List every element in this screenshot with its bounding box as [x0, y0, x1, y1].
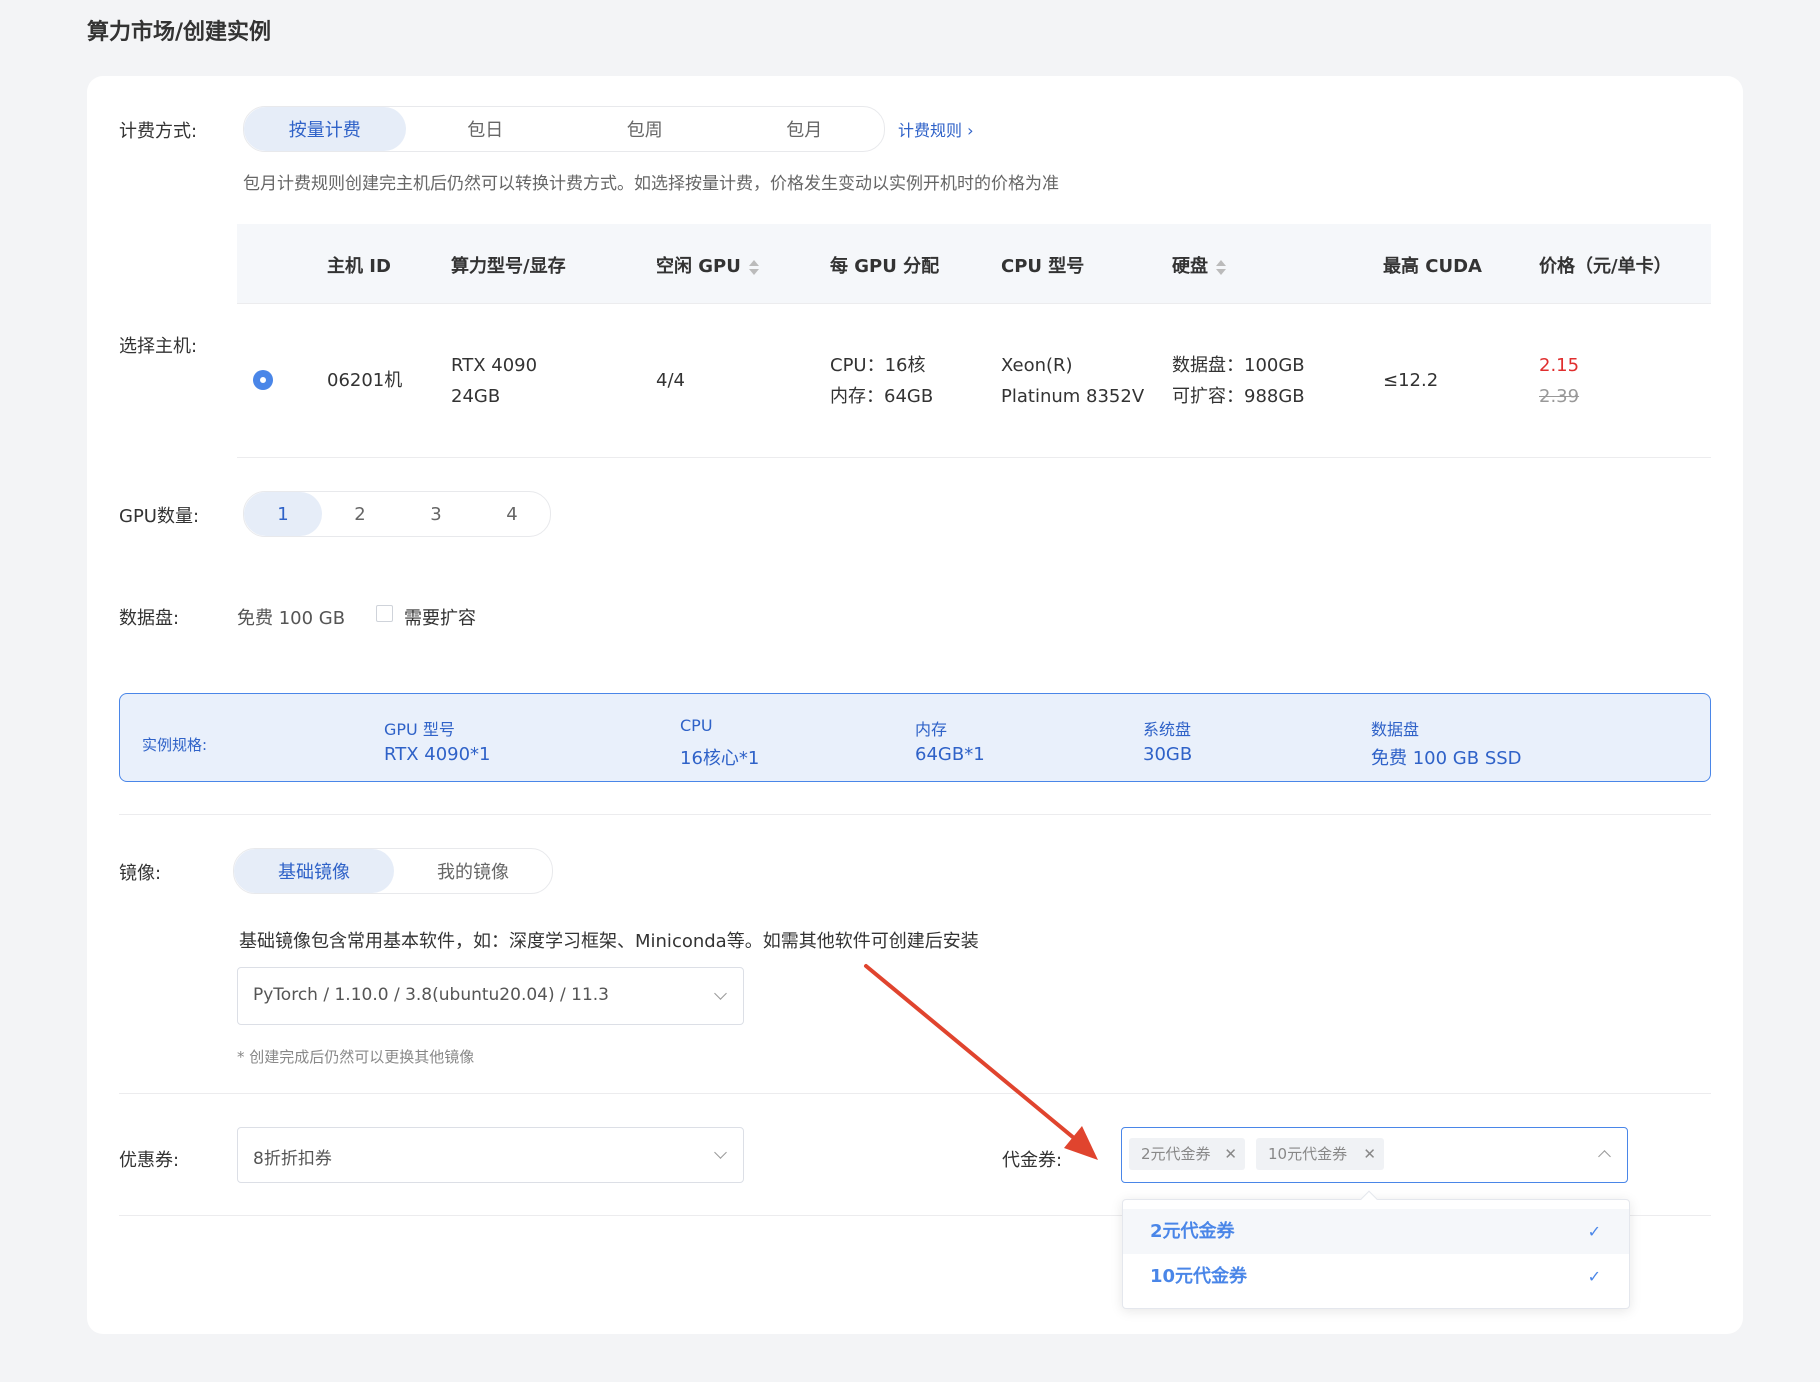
sort-icon [1216, 259, 1226, 275]
spec-mem-key: 内存 [915, 720, 948, 739]
host-price: 2.15 [1539, 355, 1580, 376]
instance-spec-box: 实例规格: GPU 型号 RTX 4090*1 CPU 16核心*1 内存 64… [119, 693, 1711, 782]
sort-icon [748, 259, 759, 275]
host-free-gpu: 4/4 [656, 370, 685, 391]
col-cuda: 最高 CUDA [1383, 256, 1482, 277]
coupon-select-value: 8折折扣券 [253, 1149, 332, 1169]
col-host-id: 主机 ID [327, 256, 391, 277]
gpu-count-label: GPU数量: [119, 506, 200, 527]
chevron-down-icon [714, 987, 727, 1000]
check-icon: ✓ [1587, 1267, 1601, 1286]
billing-option-weekly[interactable]: 包周 [565, 107, 725, 151]
host-price-original: 2.39 [1539, 386, 1580, 407]
billing-rules-text: 计费规则 [898, 121, 963, 140]
billing-label: 计费方式: [119, 121, 198, 142]
image-tabs: 基础镜像 我的镜像 [233, 848, 553, 894]
expand-checkbox[interactable] [376, 605, 393, 622]
billing-segmented: 按量计费 包日 包周 包月 [243, 106, 885, 152]
expand-label[interactable]: 需要扩容 [404, 604, 476, 630]
col-model: 算力型号/显存 [451, 256, 566, 277]
billing-note: 包月计费规则创建完主机后仍然可以转换计费方式。如选择按量计费，价格发生变动以实例… [243, 174, 1059, 194]
host-table-header: 主机 ID 算力型号/显存 空闲 GPU 每 GPU 分配 CPU 型号 硬盘 … [237, 224, 1711, 304]
voucher-option-2-label: 2元代金券 [1150, 1221, 1235, 1242]
gpu-count-option-2[interactable]: 2 [322, 492, 398, 536]
check-icon: ✓ [1587, 1222, 1601, 1241]
table-bottom-divider [237, 457, 1711, 458]
voucher-tag-2: 2元代金券 ✕ [1129, 1138, 1245, 1170]
spec-cpu-value: 16核心*1 [680, 748, 760, 769]
image-select-value: PyTorch / 1.10.0 / 3.8(ubuntu20.04) / 11… [253, 985, 609, 1005]
breadcrumb: 算力市场/创建实例 [87, 20, 272, 45]
host-cpu-model-1: Xeon(R) [1001, 355, 1073, 376]
chevron-up-icon [1598, 1150, 1611, 1163]
voucher-dropdown: 2元代金券 ✓ 10元代金券 ✓ [1122, 1190, 1630, 1309]
spec-datadisk-value: 免费 100 GB SSD [1371, 748, 1522, 769]
voucher-option-2[interactable]: 2元代金券 ✓ [1123, 1209, 1629, 1254]
image-select[interactable]: PyTorch / 1.10.0 / 3.8(ubuntu20.04) / 11… [237, 967, 744, 1025]
voucher-tag-2-label: 2元代金券 [1141, 1145, 1211, 1163]
host-cuda: ≤12.2 [1383, 370, 1439, 391]
host-alloc-mem: 内存：64GB [830, 386, 934, 407]
image-tab-mine[interactable]: 我的镜像 [394, 849, 552, 893]
data-disk-label: 数据盘: [119, 608, 180, 629]
host-disk-expand: 可扩容：988GB [1172, 386, 1305, 407]
chevron-right-icon: › [967, 121, 974, 140]
host-cpu-model-2: Platinum 8352V [1001, 386, 1145, 407]
col-disk[interactable]: 硬盘 [1172, 252, 1226, 278]
col-alloc: 每 GPU 分配 [830, 256, 940, 277]
voucher-option-10[interactable]: 10元代金券 ✓ [1123, 1254, 1629, 1299]
table-divider [237, 303, 1711, 304]
host-id: 06201机 [327, 370, 403, 391]
gpu-count-option-1[interactable]: 1 [244, 492, 322, 536]
spec-datadisk-key: 数据盘 [1371, 720, 1420, 739]
voucher-tag-10: 10元代金券 ✕ [1256, 1138, 1384, 1170]
spec-cpu-key: CPU [680, 716, 713, 735]
voucher-tag-10-label: 10元代金券 [1268, 1145, 1348, 1163]
host-vram: 24GB [451, 386, 501, 407]
col-free-gpu[interactable]: 空闲 GPU [656, 252, 759, 278]
spec-gpu-key: GPU 型号 [384, 720, 455, 739]
coupon-select[interactable]: 8折折扣券 [237, 1127, 744, 1183]
data-disk-free: 免费 100 GB [237, 608, 346, 629]
col-cpu-model: CPU 型号 [1001, 256, 1085, 277]
host-model: RTX 4090 [451, 355, 538, 376]
billing-option-monthly[interactable]: 包月 [725, 107, 885, 151]
col-price: 价格（元/单卡） [1539, 256, 1672, 277]
image-label: 镜像: [119, 863, 162, 884]
host-alloc-cpu: CPU：16核 [830, 355, 926, 376]
spec-gpu-value: RTX 4090*1 [384, 744, 491, 765]
voucher-select[interactable]: 2元代金券 ✕ 10元代金券 ✕ [1121, 1127, 1628, 1183]
col-disk-label: 硬盘 [1172, 256, 1208, 277]
spec-sysdisk-value: 30GB [1143, 744, 1193, 765]
billing-option-daily[interactable]: 包日 [406, 107, 566, 151]
voucher-option-10-label: 10元代金券 [1150, 1266, 1248, 1287]
section-divider [119, 814, 1711, 815]
image-tab-basic[interactable]: 基础镜像 [234, 849, 394, 893]
close-icon[interactable]: ✕ [1363, 1138, 1376, 1170]
host-label: 选择主机: [119, 336, 198, 357]
billing-rules-link[interactable]: 计费规则 › [898, 117, 974, 141]
host-disk-data: 数据盘：100GB [1172, 355, 1305, 376]
billing-option-hourly[interactable]: 按量计费 [244, 107, 406, 151]
gpu-count-option-3[interactable]: 3 [398, 492, 474, 536]
gpu-count-segmented: 1 2 3 4 [243, 491, 551, 537]
spec-sysdisk-key: 系统盘 [1143, 720, 1192, 739]
chevron-down-icon [714, 1146, 727, 1159]
image-note: * 创建完成后仍然可以更换其他镜像 [237, 1048, 475, 1066]
spec-label: 实例规格: [142, 736, 208, 754]
host-radio[interactable] [253, 370, 273, 390]
annotation-arrow-icon [864, 964, 1098, 1160]
coupon-label: 优惠券: [119, 1150, 180, 1171]
image-desc: 基础镜像包含常用基本软件，如：深度学习框架、Miniconda等。如需其他软件可… [239, 931, 979, 952]
spec-mem-value: 64GB*1 [915, 744, 985, 765]
close-icon[interactable]: ✕ [1224, 1138, 1237, 1170]
col-free-gpu-label: 空闲 GPU [656, 256, 741, 277]
gpu-count-option-4[interactable]: 4 [474, 492, 550, 536]
